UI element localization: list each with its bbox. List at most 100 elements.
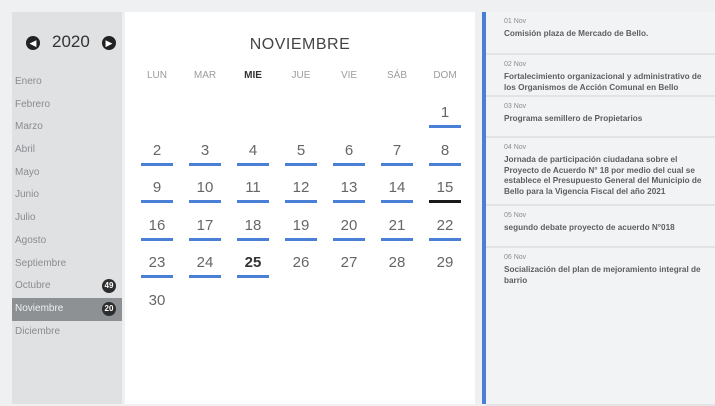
- event-title: Comisión plaza de Mercado de Bello.: [504, 29, 649, 38]
- day-number: 2: [152, 141, 162, 159]
- event-indicator-bar: [429, 125, 461, 128]
- event-card[interactable]: 01 Nov Comisión plaza de Mercado de Bello…: [486, 12, 715, 55]
- calendar-day[interactable]: 27: [326, 252, 372, 282]
- event-card[interactable]: 03 Nov Programa semillero de Propietarios: [486, 97, 715, 138]
- event-indicator-bar: [429, 200, 461, 203]
- calendar-day[interactable]: 15: [422, 177, 468, 207]
- event-indicator-bar: [381, 162, 413, 166]
- sidebar-month-label: Diciembre: [15, 325, 61, 337]
- sidebar-month-item[interactable]: Febrero: [12, 94, 122, 117]
- sidebar-month-item[interactable]: Septiembre: [12, 253, 122, 276]
- event-indicator-bar: [429, 162, 461, 166]
- sidebar-month-item[interactable]: Julio: [12, 207, 122, 230]
- day-number: 17: [196, 216, 214, 234]
- sidebar-month-label: Marzo: [15, 121, 43, 133]
- calendar-day[interactable]: 10: [182, 177, 228, 207]
- calendar-day[interactable]: 24: [182, 252, 228, 282]
- event-card[interactable]: 06 Nov Socialización del plan de mejorami…: [486, 248, 715, 406]
- month-list: Enero Febrero Marzo Abril Mayo Junio Julio Agos…: [12, 71, 122, 343]
- event-card[interactable]: 05 Nov segundo debate proyecto de acuerdo…: [486, 206, 715, 248]
- calendar-day[interactable]: 1: [422, 102, 468, 132]
- day-number: 11: [245, 179, 261, 196]
- calendar-day[interactable]: 2: [134, 140, 180, 170]
- calendar-day[interactable]: 8: [422, 140, 468, 170]
- sidebar-month-item[interactable]: Marzo: [12, 116, 122, 139]
- day-number: 18: [244, 216, 262, 234]
- event-indicator-bar: [237, 200, 269, 203]
- sidebar-month-item[interactable]: Enero: [12, 71, 122, 94]
- calendar-day[interactable]: 21: [374, 215, 420, 245]
- event-indicator-bar: [189, 200, 221, 203]
- event-date: 05 Nov: [504, 212, 527, 219]
- calendar-day[interactable]: 23: [134, 252, 180, 282]
- calendar-day[interactable]: 5: [278, 140, 324, 170]
- calendar-day[interactable]: 25: [230, 252, 276, 282]
- weekday-header: LUN: [146, 70, 167, 81]
- calendar-day[interactable]: 3: [182, 140, 228, 170]
- calendar-day[interactable]: 30: [134, 290, 180, 320]
- sidebar-month-item[interactable]: Junio: [12, 184, 122, 207]
- chevron-right-icon[interactable]: ▶: [102, 36, 116, 50]
- day-number: 21: [388, 216, 406, 234]
- calendar-day[interactable]: 19: [278, 215, 324, 245]
- event-indicator-bar: [333, 162, 365, 166]
- event-indicator-bar: [285, 162, 317, 166]
- sidebar-month-label: Junio: [15, 189, 39, 201]
- event-indicator-bar: [333, 200, 365, 203]
- event-title: Fortalecimiento organizacional y adminis…: [504, 72, 702, 92]
- event-title: segundo debate proyecto de acuerdo N°018: [504, 223, 675, 232]
- calendar-day[interactable]: 18: [230, 215, 276, 245]
- event-indicator-bar: [429, 237, 461, 241]
- day-number: 20: [340, 216, 358, 234]
- sidebar-month-item[interactable]: Diciembre: [12, 321, 122, 344]
- calendar-day[interactable]: 17: [182, 215, 228, 245]
- calendar-day[interactable]: 11: [230, 177, 276, 207]
- event-card[interactable]: 02 Nov Fortalecimiento organizacional y a…: [486, 55, 715, 97]
- calendar-day[interactable]: 12: [278, 177, 324, 207]
- sidebar-month-item[interactable]: Octubre 49: [12, 275, 122, 298]
- sidebar-month-label: Mayo: [15, 166, 40, 178]
- sidebar-month-item[interactable]: Abril: [12, 139, 122, 162]
- month-sidebar: ◀ 2020 ▶ Enero Febrero Marzo Abril Mayo Junio…: [12, 12, 122, 404]
- event-card[interactable]: 04 Nov Jornada de participación ciudadana…: [486, 138, 715, 206]
- day-number: 14: [388, 179, 406, 196]
- calendar-day[interactable]: 28: [374, 252, 420, 282]
- day-number: 10: [196, 179, 214, 196]
- day-number: 12: [292, 179, 310, 196]
- day-number: 22: [436, 216, 454, 234]
- day-number: 13: [340, 179, 358, 196]
- event-date: 06 Nov: [504, 254, 527, 261]
- sidebar-month-label: Julio: [15, 212, 36, 224]
- sidebar-month-item[interactable]: Noviembre 20: [12, 297, 122, 321]
- event-indicator-bar: [141, 162, 173, 166]
- calendar-day[interactable]: 14: [374, 177, 420, 207]
- day-number: 28: [388, 254, 406, 271]
- calendar-day[interactable]: 29: [422, 252, 468, 282]
- sidebar-month-item[interactable]: Agosto: [12, 230, 122, 253]
- sidebar-month-item[interactable]: Mayo: [12, 162, 122, 185]
- calendar-day[interactable]: 9: [134, 177, 180, 207]
- calendar-day[interactable]: 20: [326, 215, 372, 245]
- year-label: 2020: [52, 32, 90, 51]
- day-number: 30: [148, 291, 166, 309]
- event-indicator-bar: [237, 275, 269, 278]
- event-indicator-bar: [141, 237, 173, 241]
- calendar-day[interactable]: 22: [422, 215, 468, 245]
- event-date: 03 Nov: [504, 103, 527, 110]
- event-indicator-bar: [381, 200, 413, 203]
- calendar-day[interactable]: 6: [326, 140, 372, 170]
- calendar-day[interactable]: 26: [278, 252, 324, 282]
- chevron-left-icon[interactable]: ◀: [26, 36, 40, 50]
- day-number: 29: [436, 254, 454, 271]
- event-count-badge: 20: [102, 301, 116, 316]
- calendar-day[interactable]: 7: [374, 140, 420, 170]
- sidebar-month-label: Septiembre: [15, 257, 67, 269]
- calendar-day[interactable]: 13: [326, 177, 372, 207]
- weekday-header: MAR: [193, 70, 217, 81]
- calendar-day[interactable]: 4: [230, 140, 276, 170]
- sidebar-month-label: Abril: [15, 144, 36, 156]
- calendar-day[interactable]: 16: [134, 215, 180, 245]
- event-date: 02 Nov: [504, 61, 527, 68]
- event-indicator-bar: [285, 200, 317, 203]
- event-indicator-bar: [189, 275, 221, 278]
